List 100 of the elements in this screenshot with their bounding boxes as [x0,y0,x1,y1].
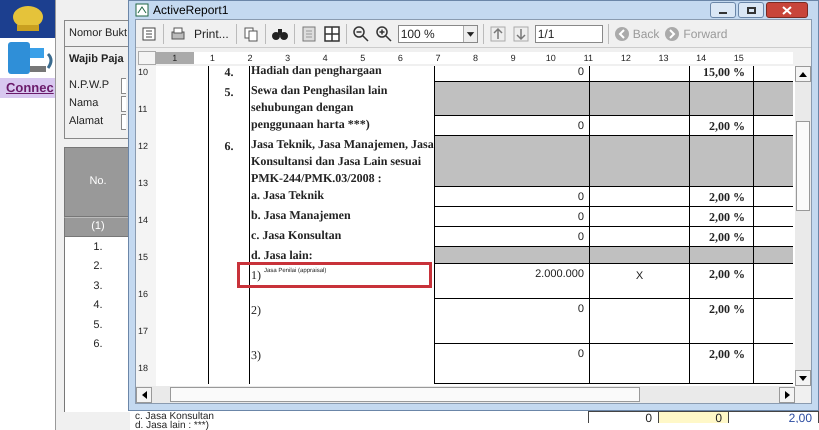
multi-page-icon[interactable] [322,24,341,42]
ruler-mark: 8 [472,52,480,64]
section-title: Wajib Paja [69,52,125,67]
item-description: penggunaan harta ***) [251,117,370,131]
zoom-dropdown[interactable]: 100 % [398,24,478,42]
rate-cell: 2,00 % [689,207,753,227]
item-description: d. Jasa lain: [251,248,313,262]
ruler-mark: 1 [156,52,194,64]
window-title: ActiveReport1 [153,2,228,19]
amount-cell: 0 [434,187,589,207]
amount-cell: 0 [434,344,589,384]
printer-icon[interactable] [169,24,187,42]
rate-cell: 2,00 % [689,116,753,136]
ruler-mark: 11 [582,52,594,64]
ruler-mark: 15 [732,52,745,64]
arrow-down-icon[interactable] [512,24,530,42]
zoom-out-icon[interactable] [352,24,370,42]
rate-cell: 15,00 % [689,66,753,82]
rate-cell [689,247,753,264]
item-number: 6. [224,139,234,153]
input-field[interactable] [121,96,126,112]
table-cell [753,247,793,264]
amount-cell: 2.000.000 [434,264,589,299]
maximize-button[interactable] [738,2,764,18]
sub-item-number: 2) [251,302,261,319]
emblem-icon [10,5,44,33]
ruler-mark: 14 [695,52,708,64]
rate-cell [689,82,753,116]
ruler-mark: 10 [544,52,557,64]
ruler-mark: 2 [246,52,254,64]
sub-item-number: 1) [251,267,261,284]
input-field[interactable] [121,78,126,94]
scroll-up-icon [799,72,807,76]
scroll-down-icon [799,376,807,380]
ruler-mark: 15 [138,253,150,264]
scroll-left-icon [142,390,146,398]
form-label: N.P.W.P [69,78,110,94]
ruler-mark: 10 [138,68,150,79]
ruler-mark: 17 [138,327,150,338]
amount-cell: 0 [434,299,589,344]
rate-cell: 2,00 % [689,227,753,247]
print-button[interactable]: Print... [192,24,231,42]
table-cell [753,82,793,116]
value-cell: 0 [659,412,729,423]
form-label: Alamat [69,114,104,130]
ruler-mark: 7 [434,52,442,64]
ruler-mark: 6 [396,52,404,64]
ruler-mark: 9 [510,52,517,64]
amount-cell: 0 [434,116,589,136]
mark-cell: X [589,264,689,299]
row-label: c. Jasa Konsultan [135,412,215,421]
item-description: b. Jasa Manajemen [251,208,351,222]
ruler-mark: 18 [138,364,150,375]
horizontal-scrollbar[interactable] [136,386,795,403]
arrow-up-icon[interactable] [488,24,507,42]
form-label: Nomor Bukt [69,26,128,42]
single-page-icon[interactable] [300,24,318,42]
ruler-mark: 16 [138,290,150,301]
amount-cell: 0 [434,227,589,247]
page-field[interactable]: 1/1 [534,24,603,42]
ruler-mark: 4 [322,52,329,64]
report-icon [135,3,149,17]
rate-cell: 2,00 % [689,344,753,384]
copy-icon[interactable] [242,24,260,42]
row-number: 2. [92,259,104,274]
table-cell [753,136,793,187]
row-number: 5. [92,318,104,332]
ruler-mark: 3 [284,52,292,64]
item-description: a. Jasa Teknik [251,188,324,202]
row-number: 4. [92,298,104,313]
amount-cell: 0 [434,66,589,82]
item-description: c. Jasa Konsultan [251,228,342,242]
ruler-mark: 11 [138,105,148,116]
list-icon[interactable] [140,24,158,42]
rate-cell [689,136,753,187]
computer-icon [6,40,54,76]
minimize-button[interactable] [710,2,736,18]
row-number: 3. [92,278,104,294]
rate-cell: 2,00 % [689,187,753,207]
input-field[interactable] [121,114,126,130]
form-label: Nama [69,96,100,112]
vertical-scrollbar[interactable] [795,66,811,386]
item-description: Hadiah dan penghargaan [251,66,382,77]
item-description: Jasa Teknik, Jasa Manajemen, Jasa Konsultansi dan Jasa Lain sesuai PMK-244/PMK.03/2008 : [251,137,434,185]
ruler-mark: 1 [208,52,216,64]
scroll-thumb[interactable] [796,121,810,211]
scroll-right-icon [784,390,790,398]
close-icon [782,6,792,14]
rate-cell: 2,00 % [689,299,753,344]
item-number: 4. [224,66,234,79]
ruler-mark: 13 [138,179,150,190]
ruler-mark: 12 [620,52,632,64]
close-button[interactable] [766,2,808,18]
connect-link[interactable]: Connec [0,78,55,98]
sub-item-number: 3) [251,347,261,364]
rate-cell: 2,00 % [689,264,753,299]
zoom-in-icon[interactable] [374,24,393,42]
row-label: d. Jasa lain : ***) [135,421,210,430]
amount-cell: 0 [434,207,589,227]
arrow-right-icon [664,26,680,42]
